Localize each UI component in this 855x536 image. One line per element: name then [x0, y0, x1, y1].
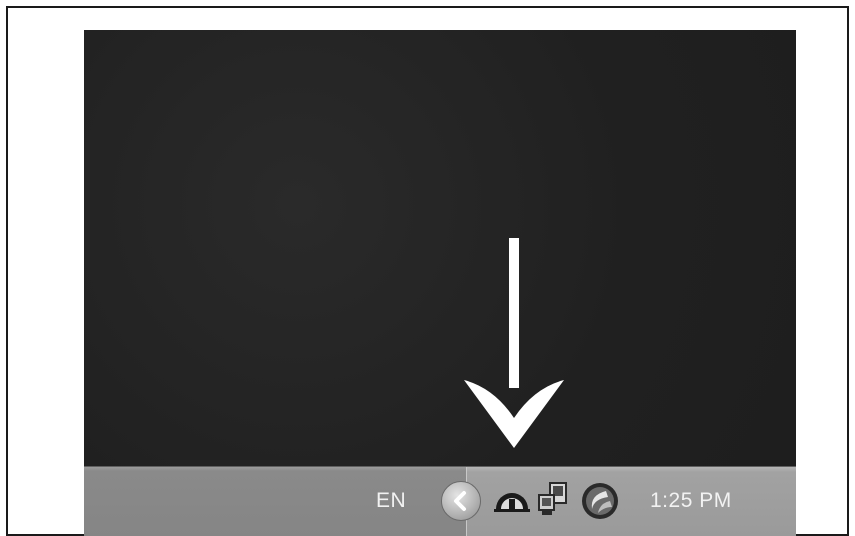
- taskbar: EN 1:25 PM: [84, 466, 796, 536]
- screenshot-frame: EN 1:25 PM: [6, 6, 849, 536]
- network-computers-icon[interactable]: [536, 481, 572, 519]
- desktop: [84, 30, 796, 466]
- language-indicator[interactable]: EN: [376, 489, 406, 513]
- down-arrow-icon: [464, 238, 564, 448]
- circular-logo-icon[interactable]: [580, 481, 620, 521]
- clock[interactable]: 1:25 PM: [650, 489, 732, 513]
- chevron-left-icon: [454, 491, 466, 511]
- screen: EN 1:25 PM: [84, 30, 796, 536]
- show-hidden-icons-button[interactable]: [441, 481, 481, 521]
- speedometer-icon[interactable]: [494, 489, 530, 513]
